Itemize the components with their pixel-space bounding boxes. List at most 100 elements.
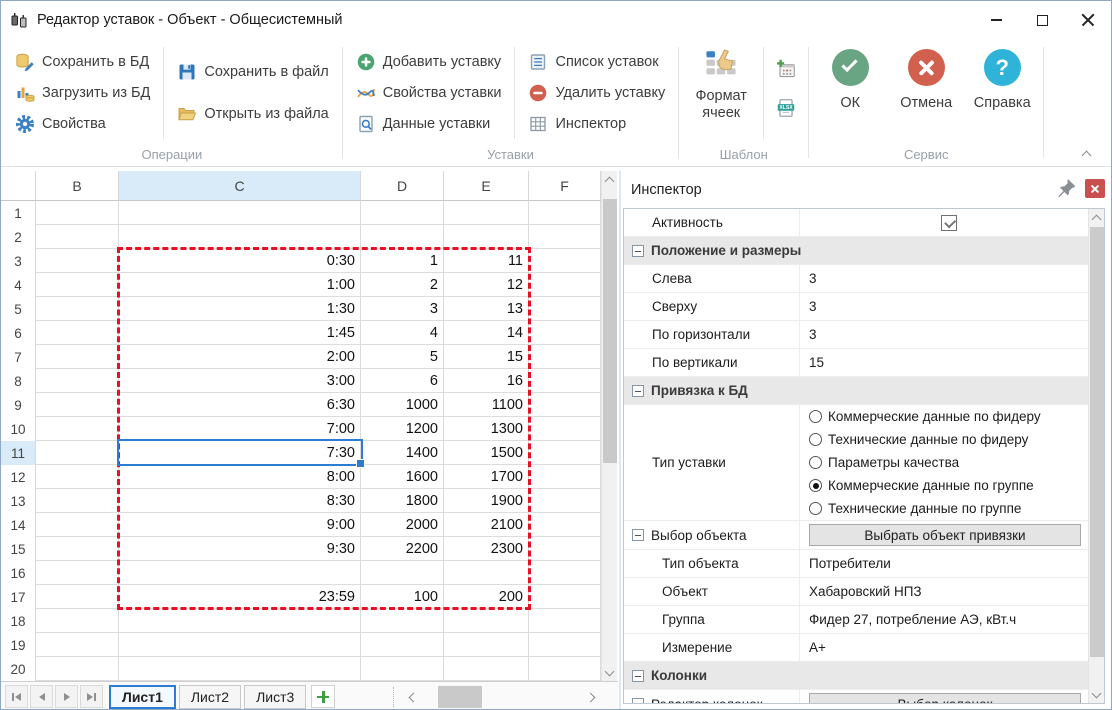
cell-E16[interactable]: [444, 561, 529, 585]
column-header-F[interactable]: F: [529, 171, 601, 201]
radio-option-1[interactable]: Коммерческие данные по фидеру: [809, 405, 1041, 428]
inspector-scrollbar[interactable]: [1088, 209, 1104, 703]
row-header-18[interactable]: 18: [1, 609, 36, 633]
sheet-tab-sheet3[interactable]: Лист3: [244, 685, 306, 709]
cell-B17[interactable]: [36, 585, 119, 609]
scroll-down-button[interactable]: [602, 664, 617, 681]
scroll-up-button[interactable]: [1089, 209, 1104, 226]
cell-C1[interactable]: [119, 201, 361, 225]
inspector-close-button[interactable]: [1085, 179, 1105, 198]
cell-C7[interactable]: 2:00: [119, 345, 361, 369]
row-header-14[interactable]: 14: [1, 513, 36, 537]
close-button[interactable]: [1065, 1, 1111, 39]
cell-C18[interactable]: [119, 609, 361, 633]
column-header-C[interactable]: C: [119, 171, 361, 201]
cell-C19[interactable]: [119, 633, 361, 657]
row-header-1[interactable]: 1: [1, 201, 36, 225]
setpoint-properties-button[interactable]: Свойства уставки: [348, 81, 510, 105]
cell-C17[interactable]: 23:59: [119, 585, 361, 609]
maximize-button[interactable]: [1019, 1, 1065, 39]
ok-button[interactable]: ОК: [812, 39, 888, 147]
cell-D4[interactable]: 2: [361, 273, 444, 297]
cell-F3[interactable]: [529, 249, 601, 273]
cell-F6[interactable]: [529, 321, 601, 345]
next-sheet-button[interactable]: [55, 685, 78, 708]
cell-F9[interactable]: [529, 393, 601, 417]
row-header-20[interactable]: 20: [1, 657, 36, 681]
cell-F17[interactable]: [529, 585, 601, 609]
cell-B18[interactable]: [36, 609, 119, 633]
cell-C4[interactable]: 1:00: [119, 273, 361, 297]
inspector-section-columns[interactable]: Колонки: [624, 662, 1088, 690]
collapse-icon[interactable]: [632, 245, 644, 257]
collapse-icon[interactable]: [632, 385, 644, 397]
collapse-icon[interactable]: [632, 670, 644, 682]
row-header-15[interactable]: 15: [1, 537, 36, 561]
cell-E5[interactable]: 13: [444, 297, 529, 321]
row-header-3[interactable]: 3: [1, 249, 36, 273]
xlsx-export-button[interactable]: XLSX: [773, 95, 799, 121]
row-header-13[interactable]: 13: [1, 489, 36, 513]
cell-B12[interactable]: [36, 465, 119, 489]
cell-E1[interactable]: [444, 201, 529, 225]
column-header-D[interactable]: D: [361, 171, 444, 201]
cell-C10[interactable]: 7:00: [119, 417, 361, 441]
inspector-scroll-thumb[interactable]: [1090, 227, 1104, 657]
cell-E9[interactable]: 1100: [444, 393, 529, 417]
cell-F1[interactable]: [529, 201, 601, 225]
cell-E11[interactable]: 1500: [444, 441, 529, 465]
cancel-button[interactable]: Отмена: [888, 39, 964, 147]
add-setpoint-button[interactable]: Добавить уставку: [348, 50, 510, 74]
row-header-12[interactable]: 12: [1, 465, 36, 489]
cell-B14[interactable]: [36, 513, 119, 537]
collapse-icon[interactable]: [632, 698, 644, 704]
cell-E14[interactable]: 2100: [444, 513, 529, 537]
cell-C2[interactable]: [119, 225, 361, 249]
scroll-down-button[interactable]: [1089, 686, 1104, 703]
cell-F4[interactable]: [529, 273, 601, 297]
cell-B1[interactable]: [36, 201, 119, 225]
panel-splitter[interactable]: [619, 171, 621, 710]
cell-D3[interactable]: 1: [361, 249, 444, 273]
scroll-left-button[interactable]: [401, 686, 423, 708]
cell-B19[interactable]: [36, 633, 119, 657]
open-from-file-button[interactable]: Открыть из файла: [169, 102, 336, 126]
cell-F15[interactable]: [529, 537, 601, 561]
cell-C9[interactable]: 6:30: [119, 393, 361, 417]
cell-F19[interactable]: [529, 633, 601, 657]
cell-F7[interactable]: [529, 345, 601, 369]
cell-D5[interactable]: 3: [361, 297, 444, 321]
cell-D12[interactable]: 1600: [361, 465, 444, 489]
cell-C6[interactable]: 1:45: [119, 321, 361, 345]
cell-B15[interactable]: [36, 537, 119, 561]
row-header-5[interactable]: 5: [1, 297, 36, 321]
column-editor-button[interactable]: Выбор колонок: [809, 693, 1081, 704]
cell-C16[interactable]: [119, 561, 361, 585]
save-to-db-button[interactable]: Сохранить в БД: [7, 50, 158, 74]
cell-D11[interactable]: 1400: [361, 441, 444, 465]
cell-D6[interactable]: 4: [361, 321, 444, 345]
inspector-section-db-binding[interactable]: Привязка к БД: [624, 377, 1088, 405]
cell-E20[interactable]: [444, 657, 529, 681]
cell-B10[interactable]: [36, 417, 119, 441]
cell-B6[interactable]: [36, 321, 119, 345]
radio-option-5[interactable]: Технические данные по группе: [809, 497, 1021, 520]
sheet-tab-sheet2[interactable]: Лист2: [179, 685, 241, 709]
radio-option-3[interactable]: Параметры качества: [809, 451, 959, 474]
cell-B2[interactable]: [36, 225, 119, 249]
cell-C8[interactable]: 3:00: [119, 369, 361, 393]
cell-E6[interactable]: 14: [444, 321, 529, 345]
collapse-icon[interactable]: [632, 529, 644, 541]
cell-F8[interactable]: [529, 369, 601, 393]
setpoint-data-button[interactable]: Данные уставки: [348, 112, 510, 136]
cell-D2[interactable]: [361, 225, 444, 249]
cell-C20[interactable]: [119, 657, 361, 681]
cell-C3[interactable]: 0:30: [119, 249, 361, 273]
cell-B13[interactable]: [36, 489, 119, 513]
minimize-button[interactable]: [973, 1, 1019, 39]
scroll-up-button[interactable]: [602, 171, 617, 188]
radio-option-4[interactable]: Коммерческие данные по группе: [809, 474, 1034, 497]
cell-D16[interactable]: [361, 561, 444, 585]
cell-E8[interactable]: 16: [444, 369, 529, 393]
ribbon-collapse-button[interactable]: [1077, 146, 1095, 160]
